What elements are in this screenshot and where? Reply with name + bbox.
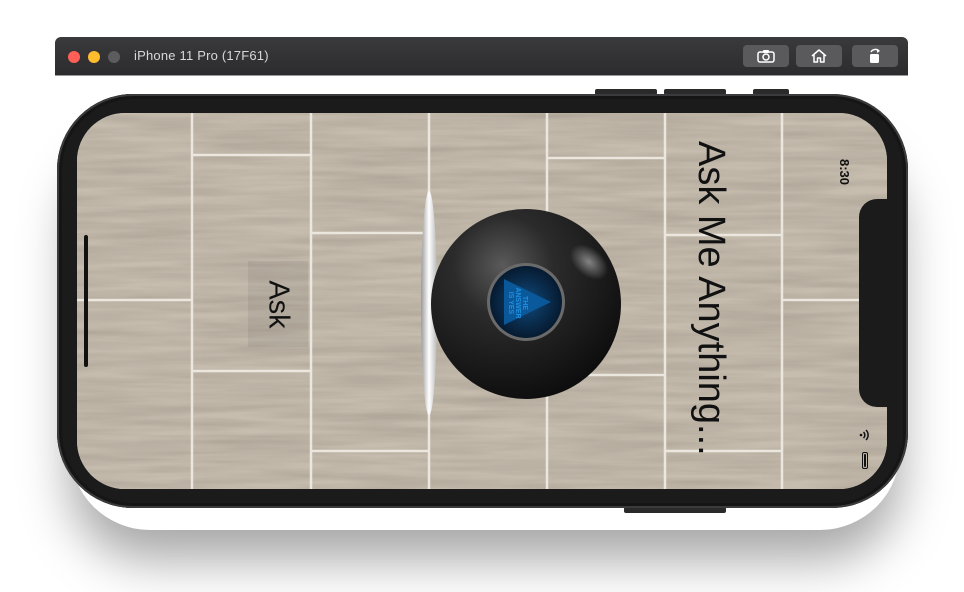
home-indicator[interactable]: [84, 235, 88, 367]
status-time: 8:30: [837, 159, 852, 186]
window-title: iPhone 11 Pro (17F61): [134, 48, 269, 63]
wifi-icon: [859, 429, 869, 441]
zoom-window-button[interactable]: [108, 51, 120, 63]
close-window-button[interactable]: [68, 51, 80, 63]
camera-notch: [859, 199, 887, 407]
camera-icon: [757, 50, 775, 63]
ask-button[interactable]: Ask: [248, 261, 308, 347]
simulator-titlebar: iPhone 11 Pro (17F61): [55, 37, 908, 75]
answer-line-3: IS YES: [507, 291, 514, 315]
home-icon: [811, 49, 827, 63]
answer-line-1: THE: [521, 296, 528, 310]
headline-text: Ask Me Anything...: [690, 141, 732, 456]
ball-answer-text: THE ANSWER IS YES: [507, 273, 528, 333]
screenshot-button[interactable]: [743, 45, 789, 67]
rotate-button[interactable]: [852, 45, 898, 67]
app-screen: 8:30 Ask Ask Me Anything... THE ANSWER I…: [77, 113, 887, 489]
home-button[interactable]: [796, 45, 842, 67]
answer-line-2: ANSWER: [514, 287, 521, 319]
minimize-window-button[interactable]: [88, 51, 100, 63]
rotate-icon: [870, 48, 880, 63]
ask-button-label: Ask: [262, 279, 295, 329]
battery-icon: [862, 452, 868, 469]
